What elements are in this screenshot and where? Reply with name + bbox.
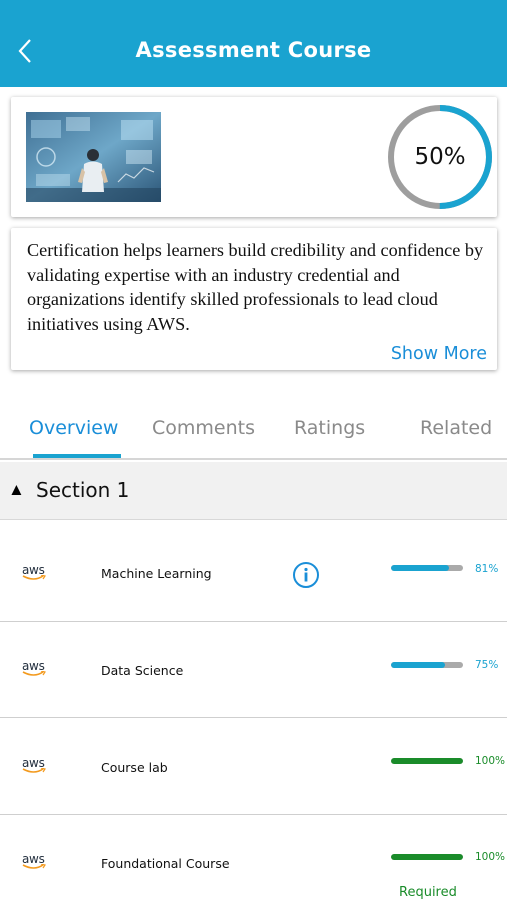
course-progress-percent: 100%: [475, 851, 506, 863]
tab-ratings[interactable]: Ratings: [294, 417, 365, 439]
course-row-foundational-course[interactable]: aws Foundational Course 100% Required: [0, 815, 507, 900]
tab-bar: Overview Comments Ratings Related: [0, 408, 507, 460]
tab-related[interactable]: Related: [420, 417, 492, 439]
course-progress-bar: [391, 854, 463, 860]
course-title: Data Science: [101, 663, 184, 678]
course-title: Machine Learning: [101, 566, 212, 581]
info-icon[interactable]: [292, 561, 320, 589]
course-row-course-lab[interactable]: aws Course lab 100%: [0, 718, 507, 815]
course-progress-percent: 75%: [475, 659, 499, 671]
course-progress-bar: [391, 758, 463, 764]
aws-logo-icon: aws: [22, 659, 46, 676]
course-description-card: Certification helps learners build credi…: [11, 228, 497, 370]
tab-overview[interactable]: Overview: [29, 417, 118, 439]
course-progress-percent: 100%: [475, 755, 506, 767]
section-header[interactable]: ▲ Section 1: [0, 462, 507, 520]
course-thumbnail-image: [26, 112, 161, 202]
progress-percent-label: 50%: [414, 144, 466, 170]
course-row-data-science[interactable]: aws Data Science 75%: [0, 622, 507, 718]
course-hero-card: 50%: [11, 97, 497, 217]
required-label: Required: [399, 885, 457, 900]
course-progress-bar: [391, 565, 463, 571]
aws-logo-icon: aws: [22, 852, 46, 869]
show-more-link[interactable]: Show More: [391, 344, 487, 364]
section-title: Section 1: [36, 478, 130, 502]
collapse-arrow-icon: ▲: [8, 480, 25, 499]
course-progress-bar: [391, 662, 463, 668]
course-title: Course lab: [101, 760, 168, 775]
course-title: Foundational Course: [101, 856, 230, 871]
top-app-bar: Assessment Course: [0, 0, 507, 87]
aws-logo-icon: aws: [22, 563, 46, 580]
course-description-text: Certification helps learners build credi…: [27, 240, 484, 334]
tab-comments[interactable]: Comments: [152, 417, 255, 439]
aws-logo-icon: aws: [22, 756, 46, 773]
course-progress-percent: 81%: [475, 563, 499, 575]
page-title: Assessment Course: [135, 38, 372, 62]
active-tab-indicator: [33, 454, 121, 458]
course-row-machine-learning[interactable]: aws Machine Learning 81%: [0, 521, 507, 622]
